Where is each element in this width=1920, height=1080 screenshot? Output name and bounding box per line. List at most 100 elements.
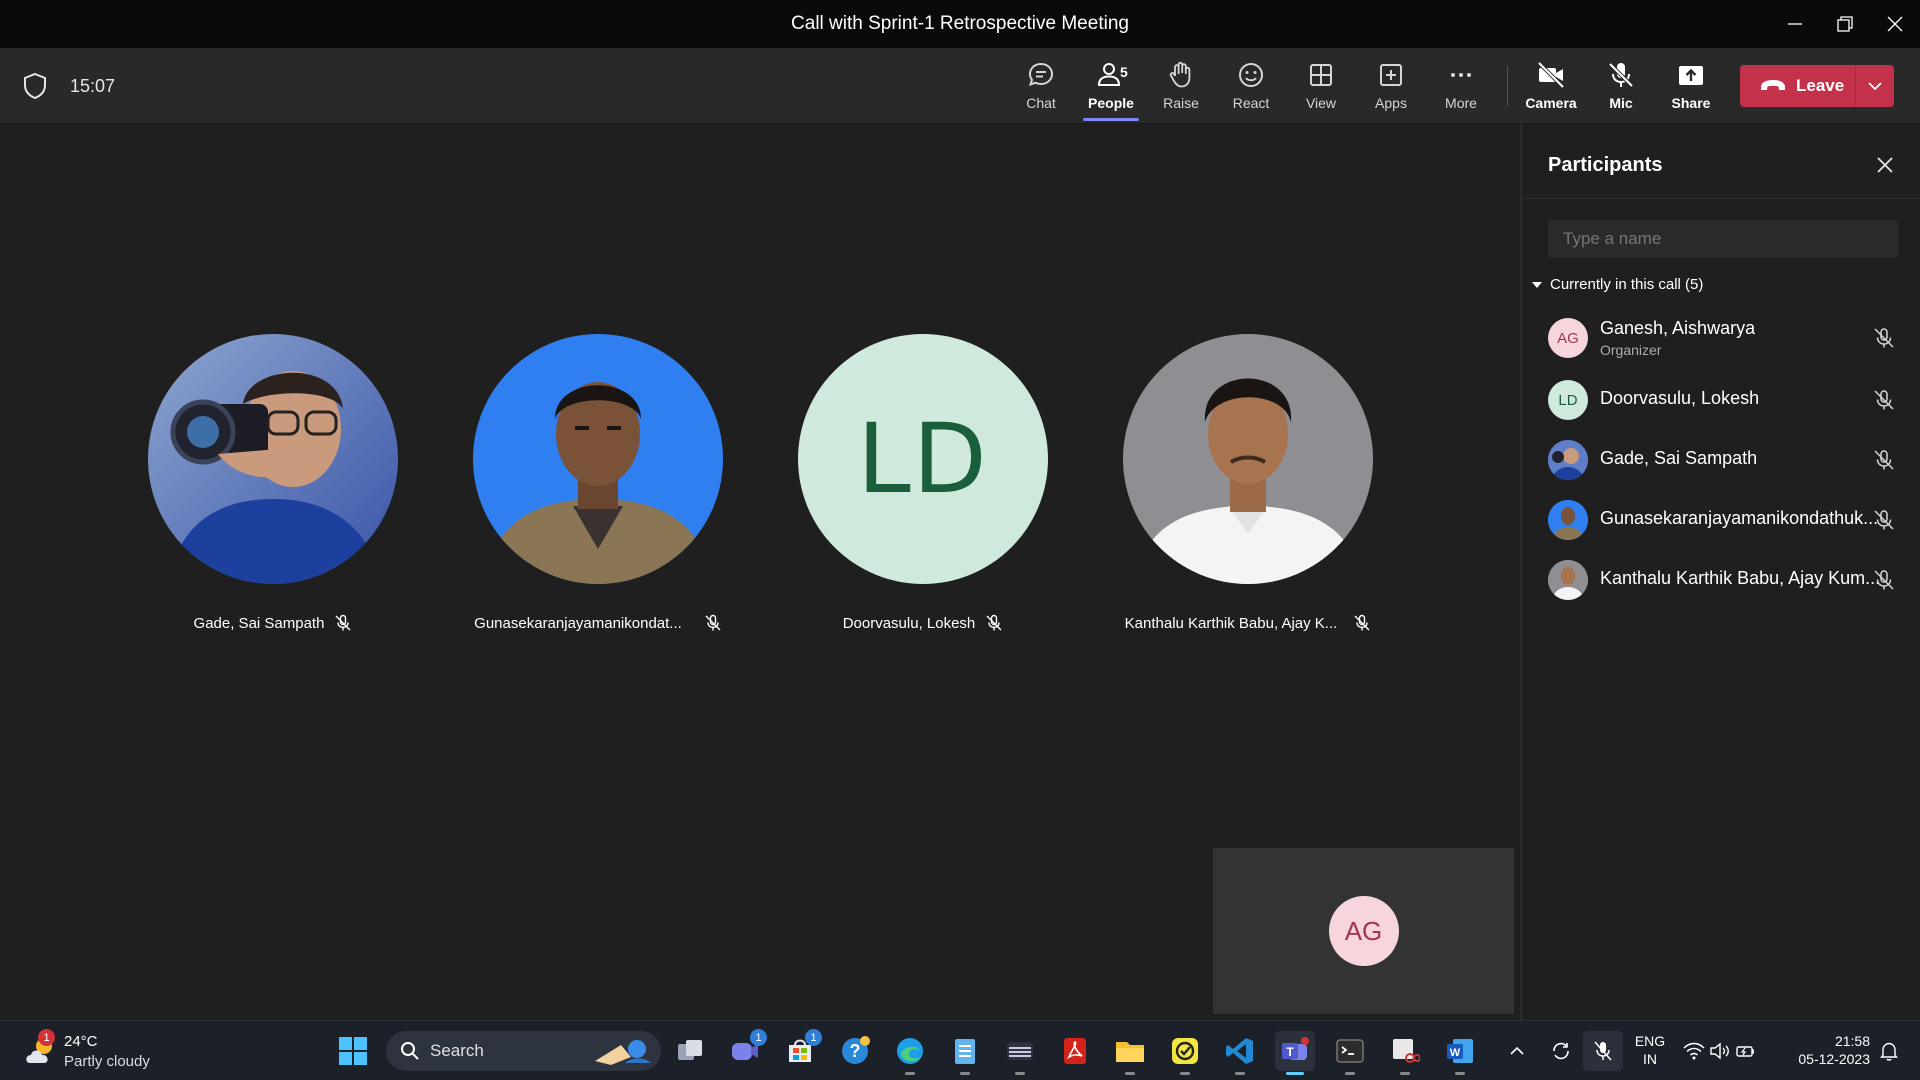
- more-label: More: [1445, 95, 1477, 111]
- participant-tile[interactable]: Gade, Sai Sampath: [123, 334, 423, 632]
- chat-label: Chat: [1026, 95, 1056, 111]
- participant-photo: [473, 334, 723, 584]
- teams-chat-app[interactable]: 1: [725, 1029, 767, 1071]
- hang-up-icon: [1761, 80, 1785, 90]
- participant-role: Organizer: [1600, 342, 1662, 358]
- running-indicator: [960, 1072, 970, 1075]
- sync-tray-icon[interactable]: [1543, 1031, 1579, 1071]
- view-button[interactable]: View: [1289, 60, 1353, 116]
- battery-charging-icon: [1736, 1046, 1754, 1057]
- participant-tile[interactable]: LD Doorvasulu, Lokesh: [773, 334, 1073, 632]
- task-view-button[interactable]: [670, 1031, 710, 1071]
- apps-button[interactable]: Apps: [1359, 60, 1423, 116]
- meeting-timer: 15:07: [70, 76, 116, 96]
- share-icon: [1679, 66, 1703, 85]
- more-button[interactable]: More: [1429, 60, 1493, 116]
- weather-widget[interactable]: 1 24°C Partly cloudy: [20, 1029, 170, 1073]
- tile-name: Gunasekaranjayamanikondat...: [474, 614, 682, 632]
- bell-icon: [1880, 1042, 1898, 1061]
- mic-off-icon: [1874, 328, 1894, 348]
- participant-avatar: LD: [798, 334, 1048, 584]
- chevron-down-icon: [1868, 82, 1882, 91]
- search-icon: [401, 1042, 419, 1060]
- acrobat-app[interactable]: [1055, 1031, 1095, 1071]
- task-check-icon: [1172, 1038, 1198, 1064]
- leave-button[interactable]: Leave: [1740, 65, 1855, 107]
- raise-hand-button[interactable]: Raise: [1149, 60, 1213, 116]
- get-help-app[interactable]: ?: [835, 1031, 875, 1071]
- participant-search-input[interactable]: [1548, 220, 1898, 258]
- clock[interactable]: 21:58 05-12-2023: [1780, 1032, 1870, 1068]
- leave-options-button[interactable]: [1856, 65, 1894, 107]
- help-icon: ?: [842, 1036, 870, 1064]
- raise-label: Raise: [1163, 95, 1199, 111]
- leave-label: Leave: [1796, 76, 1845, 95]
- store-app[interactable]: 1: [780, 1029, 822, 1071]
- mic-off-icon: [1874, 450, 1894, 470]
- teams-app[interactable]: T: [1275, 1031, 1315, 1075]
- raise-hand-icon: [1169, 61, 1191, 88]
- participant-row[interactable]: Gunasekaranjayamanikondathuk...: [1522, 492, 1920, 548]
- participant-row[interactable]: AG Ganesh, Aishwarya Organizer: [1522, 310, 1920, 366]
- mic-button[interactable]: Mic: [1589, 60, 1653, 116]
- notepad-app[interactable]: [945, 1031, 985, 1075]
- self-view-tile[interactable]: AG: [1213, 848, 1514, 1014]
- share-button[interactable]: Share: [1659, 60, 1723, 116]
- input-language-indicator[interactable]: ENG IN: [1632, 1032, 1668, 1068]
- people-count: 5: [1120, 64, 1128, 80]
- smiley-icon: [1239, 63, 1263, 87]
- running-indicator: [905, 1072, 915, 1075]
- in-call-section-toggle[interactable]: Currently in this call (5): [1530, 276, 1703, 293]
- portrait-thumb: [1548, 500, 1588, 540]
- quick-settings-button[interactable]: [1680, 1031, 1760, 1071]
- camera-button[interactable]: Camera: [1519, 60, 1583, 116]
- avatar-photo: [1548, 500, 1588, 540]
- photographer-thumb: [1548, 440, 1588, 480]
- code-editor-icon: [1226, 1038, 1253, 1064]
- mic-off-icon: [1874, 390, 1894, 410]
- terminal-app[interactable]: [1330, 1031, 1370, 1075]
- mic-off-icon: [1608, 62, 1634, 88]
- close-window-button[interactable]: [1870, 0, 1920, 48]
- people-button[interactable]: 5 People: [1079, 60, 1143, 116]
- participant-tile[interactable]: Gunasekaranjayamanikondat...: [448, 334, 748, 632]
- edge-app[interactable]: [890, 1031, 930, 1075]
- restore-button[interactable]: [1820, 0, 1870, 48]
- chat-button[interactable]: Chat: [1009, 60, 1073, 116]
- participant-name: Doorvasulu, Lokesh: [1600, 388, 1760, 408]
- shield-icon[interactable]: [22, 72, 48, 100]
- window-title: Call with Sprint-1 Retrospective Meeting: [791, 13, 1129, 34]
- participant-row[interactable]: Kanthalu Karthik Babu, Ajay Kum...: [1522, 552, 1920, 608]
- show-hidden-icons-button[interactable]: [1502, 1031, 1532, 1071]
- notifications-button[interactable]: [1874, 1031, 1904, 1071]
- participant-row[interactable]: LD Doorvasulu, Lokesh: [1522, 372, 1920, 428]
- participants-panel: Participants Currently in this call (5) …: [1520, 124, 1920, 1020]
- file-app[interactable]: [1000, 1031, 1040, 1075]
- participant-row[interactable]: Gade, Sai Sampath: [1522, 432, 1920, 488]
- word-app[interactable]: W: [1440, 1031, 1480, 1075]
- participant-name: Gade, Sai Sampath: [1600, 448, 1758, 468]
- self-avatar: AG: [1328, 896, 1399, 966]
- vscode-app[interactable]: [1220, 1031, 1260, 1075]
- file-explorer-app[interactable]: [1110, 1031, 1150, 1075]
- running-indicator: [1286, 1072, 1304, 1075]
- avatar-initials: AG: [1557, 329, 1579, 347]
- tile-name-row: Doorvasulu, Lokesh: [843, 614, 1004, 632]
- mic-tray-button[interactable]: [1583, 1031, 1623, 1071]
- self-initials: AG: [1344, 915, 1383, 946]
- avatar: LD: [1548, 380, 1588, 420]
- snipping-tool-app[interactable]: [1385, 1031, 1425, 1075]
- minimize-button[interactable]: [1770, 0, 1820, 48]
- participant-tile[interactable]: Kanthalu Karthik Babu, Ajay K...: [1098, 334, 1398, 632]
- avatar-photo: [1548, 560, 1588, 600]
- close-icon[interactable]: [1872, 152, 1898, 178]
- start-button[interactable]: [333, 1031, 373, 1071]
- notification-badge: 1: [805, 1029, 822, 1046]
- react-button[interactable]: React: [1219, 60, 1283, 116]
- taskbar-search[interactable]: Search: [386, 1031, 661, 1071]
- wave-file-icon: [1007, 1042, 1033, 1060]
- restore-icon: [1837, 16, 1853, 32]
- svg-text:?: ?: [850, 1041, 861, 1061]
- todo-app[interactable]: [1165, 1031, 1205, 1075]
- participant-photo: [148, 334, 398, 584]
